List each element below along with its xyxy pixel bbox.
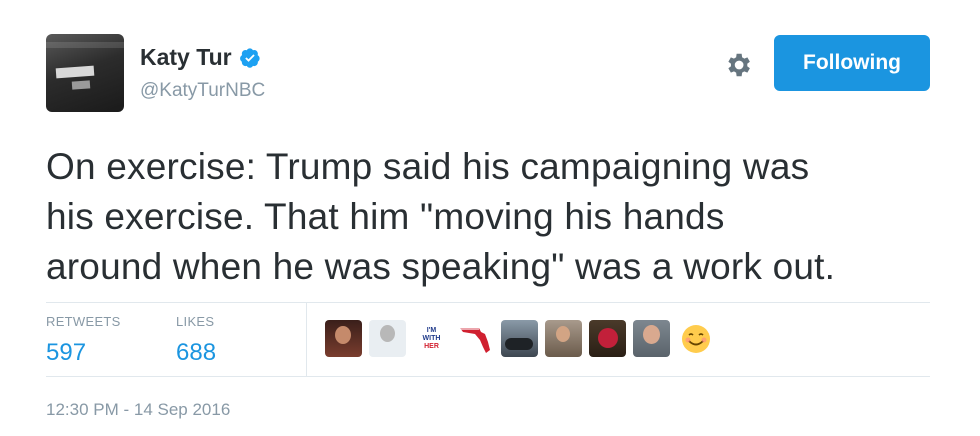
liker-avatar[interactable] — [545, 320, 582, 357]
liker-badge-text: WITH — [422, 334, 441, 342]
liker-avatar[interactable] — [501, 320, 538, 357]
liker-avatar[interactable] — [633, 320, 670, 357]
florida-map-icon — [460, 328, 490, 353]
liker-avatar[interactable] — [457, 320, 494, 357]
stats-top-divider — [46, 302, 930, 303]
author-display-name[interactable]: Katy Tur — [140, 44, 232, 71]
author-handle[interactable]: @KatyTurNBC — [140, 80, 265, 102]
gear-icon[interactable] — [723, 50, 753, 80]
liker-avatar[interactable] — [589, 320, 626, 357]
likes-stat[interactable]: LIKES 688 — [176, 314, 216, 367]
liker-avatar[interactable] — [677, 320, 714, 357]
tweet-text: On exercise: Trump said his campaigning … — [46, 142, 946, 292]
tweet-text-line: On exercise: Trump said his campaigning … — [46, 146, 810, 187]
tweet-timestamp[interactable]: 12:30 PM - 14 Sep 2016 — [46, 400, 230, 420]
retweets-count: 597 — [46, 339, 87, 366]
liker-avatar[interactable] — [369, 320, 406, 357]
stats-vertical-divider — [306, 303, 307, 376]
author-avatar[interactable] — [46, 34, 124, 112]
following-button[interactable]: Following — [774, 35, 930, 91]
retweets-stat[interactable]: RETWEETS 597 — [46, 314, 121, 367]
retweets-label: RETWEETS — [46, 314, 121, 329]
liker-avatars: I'M WITH HER — [325, 320, 714, 357]
tweet-text-line: around when he was speaking" was a work … — [46, 246, 836, 287]
stats-bottom-divider — [46, 376, 930, 377]
liker-avatar[interactable] — [325, 320, 362, 357]
author-name-row: Katy Tur — [140, 44, 261, 71]
likes-count: 688 — [176, 339, 217, 366]
likes-label: LIKES — [176, 314, 215, 329]
liker-badge-text: I'M — [426, 326, 437, 334]
liker-avatar[interactable]: I'M WITH HER — [413, 320, 450, 357]
tweet-text-line: his exercise. That him "moving his hands — [46, 196, 725, 237]
verified-badge-icon — [239, 47, 260, 68]
smiling-face-icon — [681, 324, 710, 353]
liker-badge-text: HER — [424, 342, 439, 350]
